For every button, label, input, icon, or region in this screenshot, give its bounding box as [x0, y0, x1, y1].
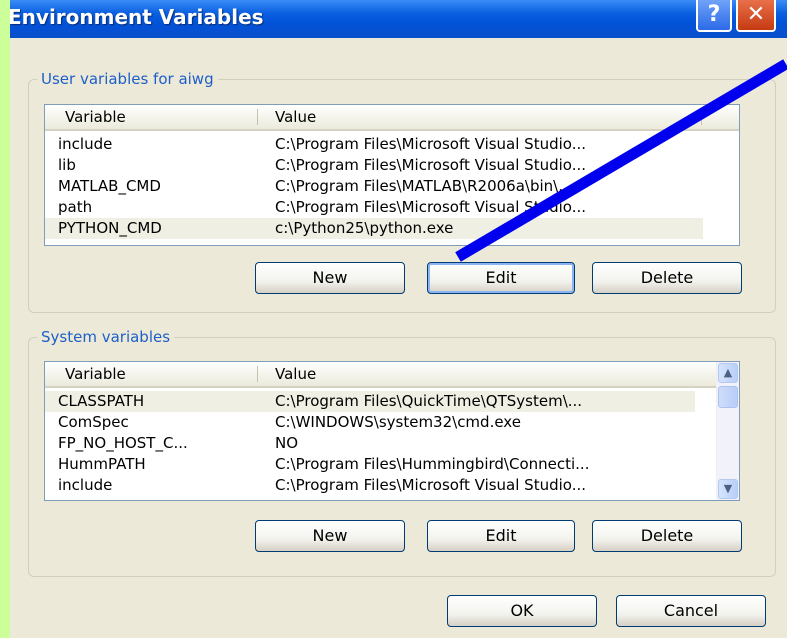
annotation-arrow: [455, 59, 787, 262]
environment-variables-dialog: Environment Variables ? ✕ User variables…: [10, 0, 787, 638]
annotation-arrow-line: [455, 59, 787, 262]
